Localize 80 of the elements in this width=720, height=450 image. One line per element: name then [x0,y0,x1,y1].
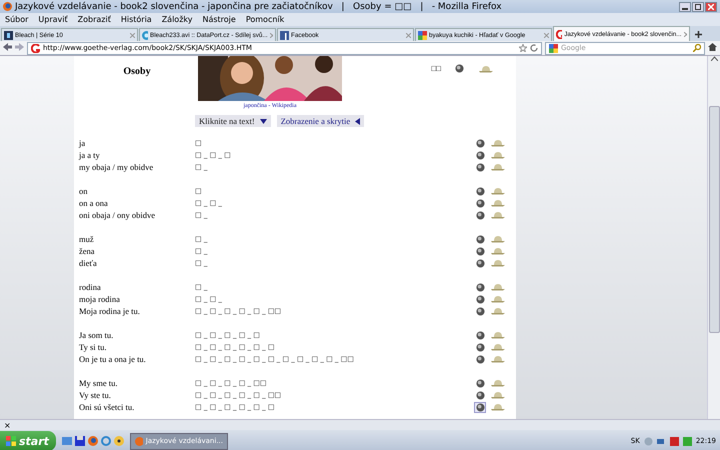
restore-button[interactable] [692,2,704,12]
audio-button[interactable] [474,354,486,364]
phrase-text[interactable]: on a ona [79,198,195,208]
title-code: □□ [431,64,441,73]
close-icon[interactable]: × [4,420,11,430]
audio-button[interactable] [474,306,486,316]
phrase-text[interactable]: žena [79,246,195,256]
menu-item[interactable]: Zobraziť [78,15,111,24]
star-icon[interactable] [519,44,527,52]
tab-icon [556,30,562,38]
phrase-text[interactable]: On je tu a ona je tu. [79,354,195,364]
audio-button[interactable] [474,138,486,148]
audio-button[interactable] [474,210,486,220]
minimize-button[interactable] [679,2,691,12]
phrase-text[interactable]: ja a ty [79,150,195,160]
audio-button[interactable] [474,258,486,268]
home-button[interactable] [708,43,717,53]
audio-button[interactable] [474,378,486,388]
audio-button[interactable] [474,342,486,352]
audio-button[interactable] [474,234,486,244]
firefox-icon[interactable] [88,436,98,446]
menu-item[interactable]: Súbor [5,15,28,24]
phrase-text[interactable]: oni obaja / ony obidve [79,210,195,220]
menu-item[interactable]: Záložky [162,15,192,24]
phrase-text[interactable]: Vy ste tu. [79,390,195,400]
phrase-text[interactable]: Oni sú všetci tu. [79,402,195,412]
menu-item[interactable]: História [120,15,152,24]
caret-icon [355,118,360,124]
audio-button[interactable] [474,330,486,340]
phrase-text[interactable]: Moja rodina je tu. [79,306,195,316]
scrollbar-thumb[interactable] [708,106,720,333]
audio-button[interactable] [474,402,486,412]
facebook-icon [280,30,289,40]
menu-item[interactable]: Upraviť [38,15,68,24]
firefox-icon [135,436,143,446]
search-icon[interactable] [693,44,701,52]
disc-icon[interactable] [114,436,124,446]
audio-button[interactable] [474,294,486,304]
tab-icon [31,44,40,52]
tab-icon [4,30,13,40]
hat-icon[interactable] [478,64,494,72]
phrase-text[interactable]: Ty si tu. [79,342,195,352]
audio-button[interactable] [474,162,486,172]
phrase-text[interactable]: ja [79,138,195,148]
toggle-button[interactable]: Zobrazenie a skrytie [276,115,364,127]
audio-button[interactable] [474,198,486,208]
phrase-text[interactable]: my obaja / my obidve [79,162,195,172]
toggle-button[interactable]: Kliknite na text! [195,115,271,127]
menu-item[interactable]: Pomocník [246,15,284,24]
forward-button[interactable] [15,43,24,53]
window-title: Jazykové vzdelávanie - book2 slovenčina - japončina pre začiatočníkov | Osoby = □□ | - Mozilla Firefox [15,2,503,12]
phrase-text[interactable]: Ja som tu. [79,330,195,340]
network-icon[interactable] [656,436,666,446]
phrase-text[interactable]: muž [79,234,195,244]
speaker-icon[interactable] [455,64,464,73]
close-button[interactable] [705,2,717,12]
back-button[interactable] [3,43,12,53]
audio-button[interactable] [474,390,486,400]
audio-button[interactable] [474,150,486,160]
restore-icon [695,4,701,10]
menu-item[interactable]: Nástroje [202,15,236,24]
phrase-text[interactable]: moja rodina [79,294,195,304]
globe-icon [142,30,148,40]
phrase-text[interactable]: rodina [79,282,195,292]
plus-icon [694,31,702,38]
windows-logo [6,436,16,446]
page-heading: Osoby [123,65,151,77]
audio-button[interactable] [474,246,486,256]
tab-icon [549,44,558,52]
tab-icon [418,30,427,40]
floppy-icon[interactable] [75,436,85,446]
phrase-text[interactable]: My sme tu. [79,378,195,388]
phrase-text[interactable]: on [79,186,195,196]
audio-button[interactable] [474,186,486,196]
caret-icon [260,118,267,124]
scroll-up-icon[interactable] [710,56,718,61]
phrase-text[interactable]: dieťa [79,258,195,268]
reload-icon[interactable] [530,44,538,52]
firefox-icon [3,2,12,11]
audio-button[interactable] [474,282,486,292]
